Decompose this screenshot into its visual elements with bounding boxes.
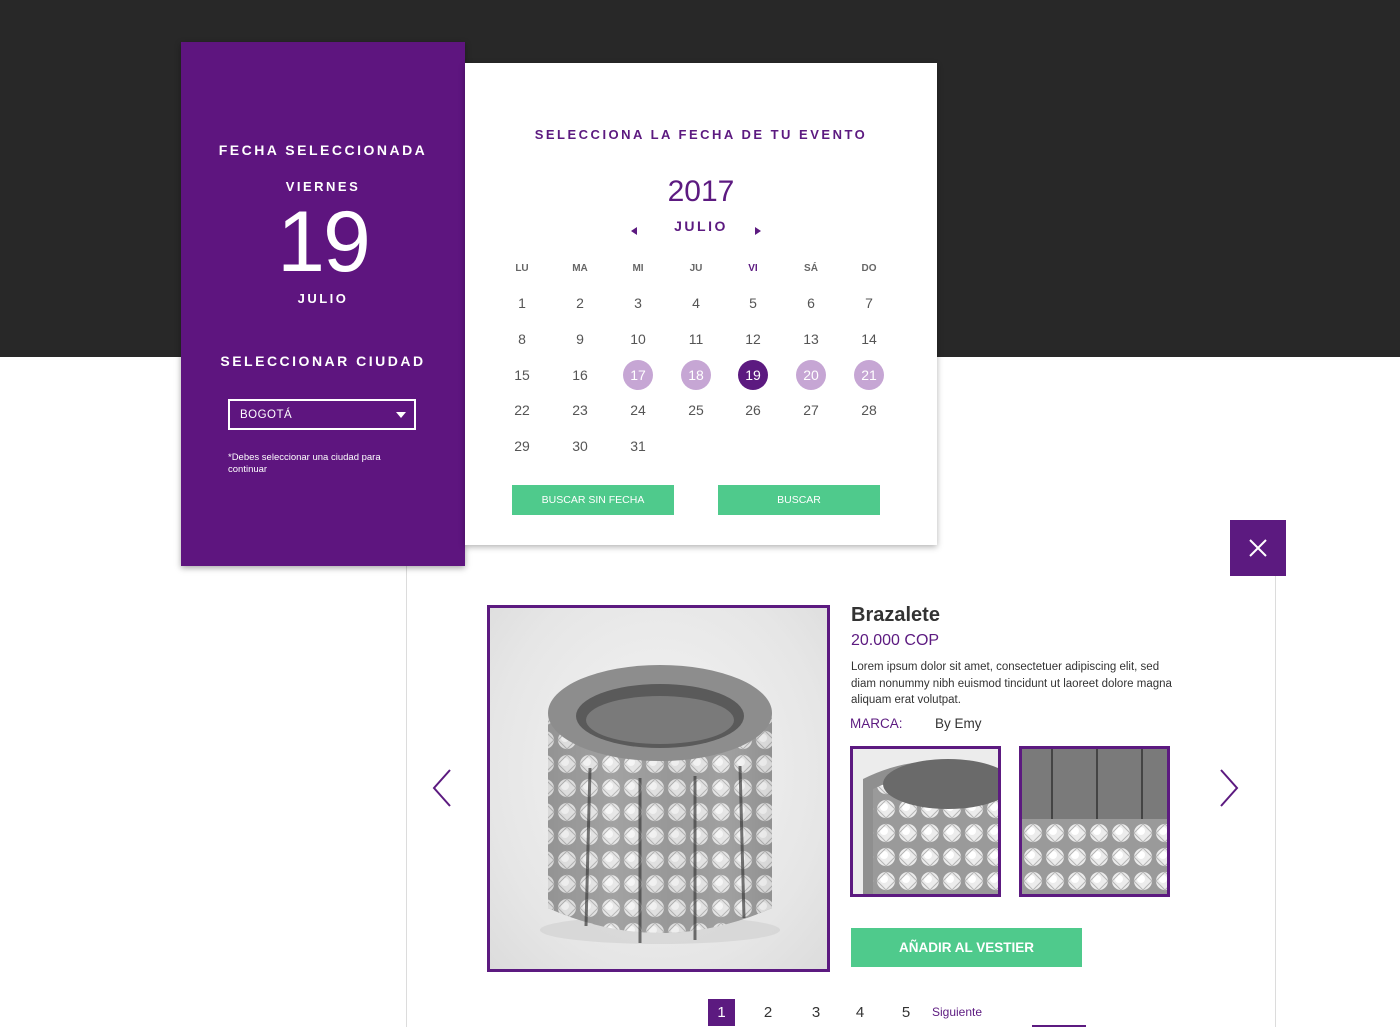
city-note: *Debes seleccionar una ciudad para conti… <box>228 452 381 475</box>
calendar-day[interactable]: 31 <box>623 431 653 461</box>
page-4-button[interactable]: 4 <box>848 999 872 1026</box>
calendar-day[interactable]: 5 <box>738 288 768 318</box>
page-1-button[interactable]: 1 <box>708 999 735 1026</box>
next-month-button[interactable] <box>753 223 763 235</box>
page-3-button[interactable]: 3 <box>804 999 828 1026</box>
calendar-day[interactable]: 25 <box>681 395 711 425</box>
brand-label: MARCA: <box>850 716 903 731</box>
add-to-vestier-button[interactable]: AÑADIR AL VESTIER <box>851 928 1082 967</box>
next-page-link[interactable]: Siguiente <box>932 1005 982 1019</box>
weekday-label: MA <box>572 263 588 274</box>
calendar-day[interactable]: 21 <box>854 360 884 390</box>
calendar-day[interactable]: 10 <box>623 324 653 354</box>
search-without-date-button[interactable]: BUSCAR SIN FECHA <box>512 485 674 515</box>
calendar-year: 2017 <box>667 175 735 208</box>
search-button[interactable]: BUSCAR <box>718 485 880 515</box>
weekday-label: SÁ <box>804 263 818 274</box>
calendar-day[interactable]: 15 <box>507 360 537 390</box>
selected-date-panel: FECHA SELECCIONADA VIERNES 19 JULIO SELE… <box>181 42 465 566</box>
calendar-day[interactable]: 17 <box>623 360 653 390</box>
calendar-day[interactable]: 18 <box>681 360 711 390</box>
calendar-day[interactable]: 23 <box>565 395 595 425</box>
product-main-image <box>487 605 830 972</box>
calendar-day[interactable]: 2 <box>565 288 595 318</box>
product-thumbnail[interactable] <box>850 746 1001 897</box>
calendar-day[interactable]: 3 <box>623 288 653 318</box>
selected-date-heading: FECHA SELECCIONADA <box>218 142 428 158</box>
calendar-day[interactable]: 13 <box>796 324 826 354</box>
calendar-day[interactable]: 9 <box>565 324 595 354</box>
page-2-button[interactable]: 2 <box>756 999 780 1026</box>
calendar-day[interactable]: 30 <box>565 431 595 461</box>
city-select-value: BOGOTÁ <box>240 408 293 421</box>
calendar-day[interactable]: 11 <box>681 324 711 354</box>
calendar-day[interactable]: 29 <box>507 431 537 461</box>
calendar-heading: SELECCIONA LA FECHA DE TU EVENTO <box>534 127 868 142</box>
calendar-day[interactable]: 19 <box>738 360 768 390</box>
product-description: Lorem ipsum dolor sit amet, consectetuer… <box>851 661 1172 706</box>
brand-value: By Emy <box>935 716 982 731</box>
calendar-day[interactable]: 27 <box>796 395 826 425</box>
chevron-right-icon <box>1220 769 1239 807</box>
page-5-button[interactable]: 5 <box>894 999 918 1026</box>
calendar-day[interactable]: 16 <box>565 360 595 390</box>
weekday-label: VI <box>748 263 758 274</box>
chevron-left-icon <box>432 769 451 807</box>
weekday-label: JU <box>689 263 703 274</box>
product-thumbnail[interactable] <box>1019 746 1170 897</box>
selected-month: JULIO <box>297 291 349 306</box>
calendar-day[interactable]: 12 <box>738 324 768 354</box>
prev-month-button[interactable] <box>629 223 639 235</box>
next-product-button[interactable] <box>1217 768 1241 808</box>
calendar-day[interactable]: 1 <box>507 288 537 318</box>
calendar-day[interactable]: 14 <box>854 324 884 354</box>
close-icon <box>1249 539 1267 557</box>
calendar-day[interactable]: 28 <box>854 395 884 425</box>
selected-weekday: VIERNES <box>285 179 361 194</box>
calendar-day[interactable]: 6 <box>796 288 826 318</box>
close-button[interactable] <box>1230 520 1286 576</box>
product-title: Brazalete <box>851 604 940 626</box>
product-price: 20.000 COP <box>851 632 940 649</box>
weekday-label: DO <box>861 263 877 274</box>
weekday-label: MI <box>632 263 644 274</box>
calendar-month: JULIO <box>674 218 728 234</box>
calendar-panel: SELECCIONA LA FECHA DE TU EVENTO 2017 JU… <box>465 63 937 545</box>
caret-down-icon <box>396 412 406 418</box>
calendar-day[interactable]: 20 <box>796 360 826 390</box>
caret-right-icon <box>755 227 761 235</box>
calendar-day[interactable]: 8 <box>507 324 537 354</box>
selected-day-number: 19 <box>277 194 371 290</box>
calendar-day[interactable]: 24 <box>623 395 653 425</box>
calendar-day[interactable]: 7 <box>854 288 884 318</box>
calendar-day[interactable]: 4 <box>681 288 711 318</box>
weekday-label: LU <box>515 263 529 274</box>
prev-product-button[interactable] <box>430 768 454 808</box>
calendar-day[interactable]: 26 <box>738 395 768 425</box>
caret-left-icon <box>631 227 637 235</box>
city-heading: SELECCIONAR CIUDAD <box>220 353 426 369</box>
calendar-day[interactable]: 22 <box>507 395 537 425</box>
city-select[interactable]: BOGOTÁ <box>228 399 416 430</box>
